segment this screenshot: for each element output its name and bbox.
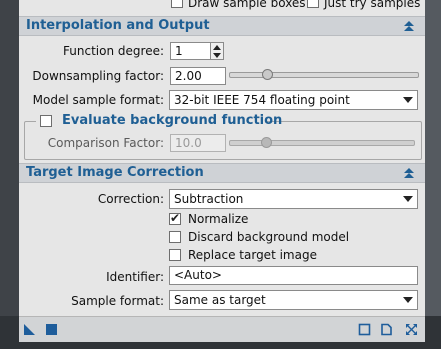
interpolation-section-header[interactable]: Interpolation and Output [19,16,425,36]
evaluate-background-label: Evaluate background function [62,113,283,128]
reset-icon[interactable] [405,323,418,336]
discard-background-checkbox[interactable] [169,231,181,243]
normalize-checkbox[interactable] [169,211,181,225]
model-sample-format-label: Model sample format: [32,93,164,107]
section-title: Interpolation and Output [26,18,210,33]
chevron-down-icon [403,97,413,103]
evaluate-background-checkbox[interactable] [40,115,52,127]
draw-sample-boxes-checkbox[interactable] [171,0,183,8]
chevron-down-icon [403,297,413,303]
new-instance-icon[interactable] [23,323,36,336]
function-degree-label: Function degree: [63,44,164,58]
comparison-factor-input[interactable]: 10.0 [170,134,226,152]
window-edge [425,0,441,349]
process-toolbar [19,316,425,342]
sample-format-label: Sample format: [71,294,164,308]
downsampling-slider-handle[interactable] [261,69,273,80]
identifier-label: Identifier: [106,270,164,284]
model-sample-format-select[interactable]: 32-bit IEEE 754 floating point [169,90,418,110]
just-try-samples-label: Just try samples [324,0,421,10]
sample-format-select[interactable]: Same as target [169,290,418,310]
draw-sample-boxes-label: Draw sample boxes [188,0,306,10]
document-icon[interactable] [380,323,393,336]
collapse-section-icon[interactable] [403,20,415,32]
correction-select[interactable]: Subtraction [169,189,418,209]
correction-label: Correction: [97,192,164,206]
downsampling-factor-input[interactable]: 2.00 [170,67,226,85]
comparison-factor-label: Comparison Factor: [47,136,164,150]
model-sample-format-value: 32-bit IEEE 754 floating point [174,93,350,107]
just-try-samples-checkbox[interactable] [307,0,319,8]
function-degree-input[interactable]: 1 [170,42,211,60]
view-icon[interactable] [358,323,371,336]
normalize-label: Normalize [188,212,249,226]
downsampling-factor-label: Downsampling factor: [32,69,164,83]
replace-target-label: Replace target image [188,248,317,262]
discard-background-label: Discard background model [188,230,350,244]
correction-value: Subtraction [174,192,244,206]
comparison-slider-track[interactable] [229,140,415,146]
chevron-down-icon [403,196,413,202]
identifier-input[interactable]: <Auto> [169,266,418,285]
function-degree-spinner[interactable] [210,42,224,60]
apply-global-icon[interactable] [45,323,58,336]
sample-format-value: Same as target [174,293,266,307]
replace-target-checkbox[interactable] [169,249,181,261]
comparison-slider-handle[interactable] [260,137,272,148]
section-title: Target Image Correction [26,165,204,180]
target-correction-section-header[interactable]: Target Image Correction [19,163,425,183]
collapse-section-icon[interactable] [403,167,415,179]
downsampling-slider-track[interactable] [229,72,419,78]
